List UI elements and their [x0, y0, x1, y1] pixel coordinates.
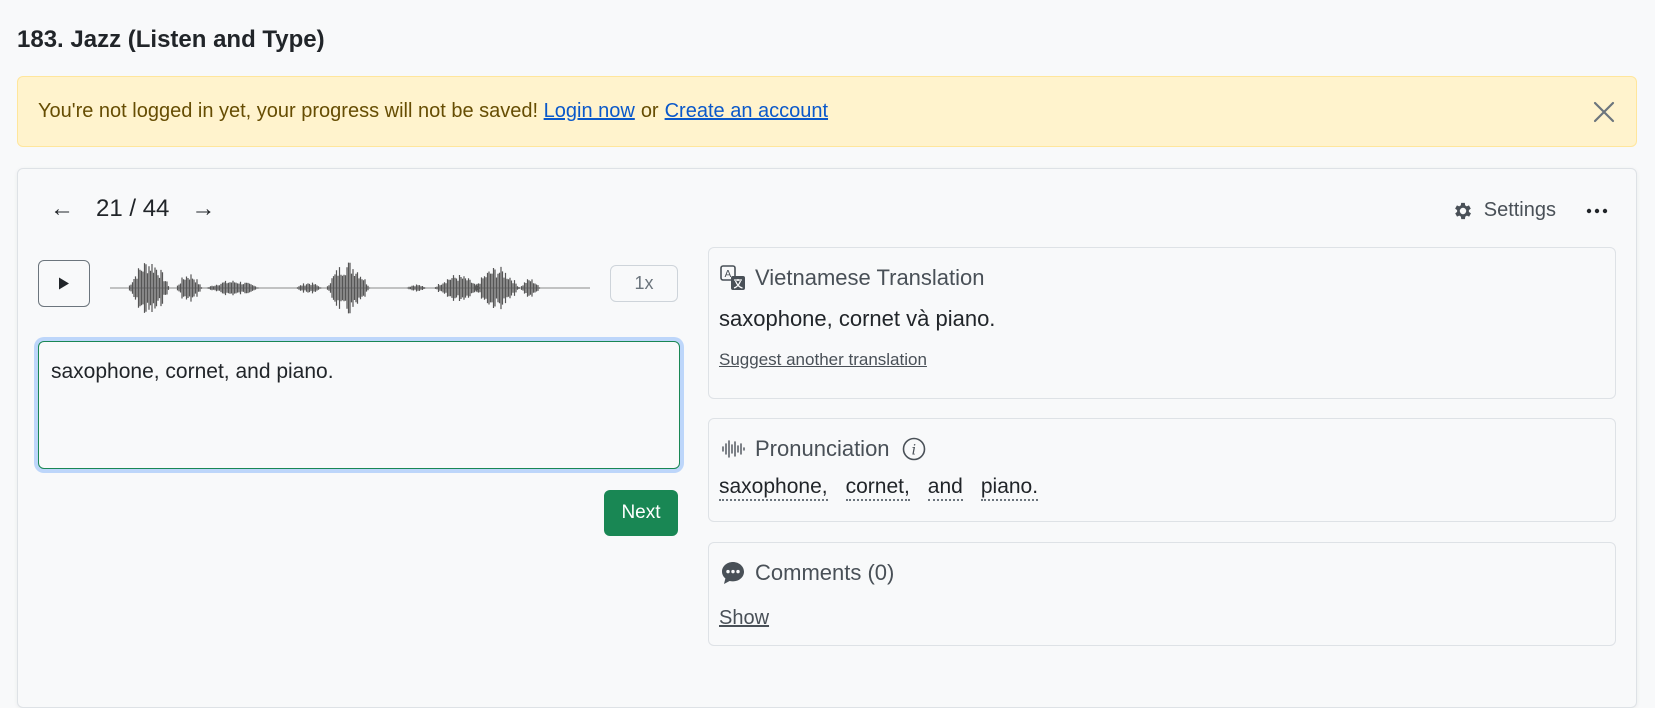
pronunciation-heading: Pronunciation [755, 436, 890, 461]
comments-heading: Comments (0) [755, 560, 895, 585]
pronunciation-word[interactable]: piano. [980, 475, 1039, 501]
next-button[interactable]: Next [604, 490, 678, 536]
alert-separator: or [640, 100, 659, 122]
answer-input[interactable] [38, 341, 680, 469]
gear-icon [1454, 202, 1471, 219]
create-account-link[interactable]: Create an account [665, 100, 828, 123]
ellipsis-icon [1586, 208, 1608, 213]
play-button[interactable] [38, 260, 90, 307]
exercise-card: ← 21 / 44 → Settings 1x Next [17, 168, 1637, 708]
translation-panel: A Vietnamese Translation saxophone, corn… [708, 247, 1616, 399]
pronunciation-words: saxophone, cornet, and piano. [719, 475, 1605, 501]
audio-waveform[interactable] [110, 254, 590, 322]
translation-text: saxophone, cornet và piano. [719, 306, 996, 331]
info-icon[interactable]: i [902, 437, 926, 461]
svg-text:i: i [911, 443, 915, 459]
settings-label: Settings [1483, 199, 1556, 221]
show-comments-link[interactable]: Show [719, 607, 769, 630]
speed-button[interactable]: 1x [610, 265, 678, 302]
pronunciation-word[interactable]: and [927, 475, 963, 501]
audio-player: 1x [38, 260, 680, 314]
toolbar: Settings [1452, 199, 1608, 222]
next-arrow-icon[interactable]: → [187, 195, 219, 223]
comments-panel: Comments (0) Show [708, 542, 1616, 646]
svg-text:A: A [725, 269, 732, 280]
soundwave-icon [719, 435, 747, 463]
login-link[interactable]: Login now [544, 100, 635, 123]
sentence-nav: ← 21 / 44 → [46, 195, 219, 223]
more-options-button[interactable] [1586, 208, 1608, 214]
alert-message: You're not logged in yet, your progress … [38, 100, 539, 122]
translate-icon: A [719, 264, 747, 292]
login-alert: You're not logged in yet, your progress … [17, 76, 1637, 147]
play-icon [59, 277, 69, 290]
prev-arrow-icon[interactable]: ← [46, 195, 78, 223]
translation-heading: Vietnamese Translation [755, 265, 985, 290]
suggest-translation-link[interactable]: Suggest another translation [719, 350, 927, 370]
pronunciation-panel: Pronunciation i saxophone, cornet, and p… [708, 418, 1616, 522]
page-title: 183. Jazz (Listen and Type) [17, 26, 325, 53]
chat-bubble-icon [719, 559, 747, 587]
close-icon[interactable] [1590, 98, 1618, 126]
pronunciation-word[interactable]: cornet, [845, 475, 910, 501]
pronunciation-word[interactable]: saxophone, [719, 475, 828, 501]
settings-button[interactable]: Settings [1452, 199, 1556, 222]
sentence-counter: 21 / 44 [96, 195, 170, 222]
